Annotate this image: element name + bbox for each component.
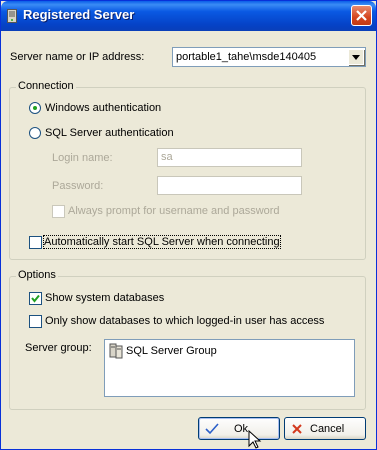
login-name-input[interactable]: sa [157,148,302,167]
login-name-label: Login name: [52,152,113,164]
password-label: Password: [52,180,104,192]
server-name-value: portable1_tahe\msde140405 [176,51,317,63]
server-group-label: Server group: [25,342,92,354]
show-system-databases-label[interactable]: Show system databases [45,292,164,304]
windows-auth-radio[interactable] [29,102,41,114]
always-prompt-label: Always prompt for username and password [68,205,280,217]
sql-auth-label[interactable]: SQL Server authentication [45,127,174,139]
radio-selected-dot [33,106,37,110]
only-show-databases-checkbox[interactable] [29,315,42,328]
show-system-databases-checkbox[interactable] [29,292,42,305]
server-group-icon [109,343,123,359]
sql-auth-radio[interactable] [29,127,41,139]
ok-button-label: Ok [234,423,249,435]
server-name-label: Server name or IP address: [10,51,145,63]
only-show-databases-label[interactable]: Only show databases to which logged-in u… [45,315,324,327]
server-group-item-label: SQL Server Group [126,345,217,357]
server-name-combobox[interactable]: portable1_tahe\msde140405 [172,47,366,67]
ok-button[interactable]: Ok [198,417,280,440]
checkmark-icon [205,423,219,435]
options-legend: Options [16,269,58,281]
login-name-value: sa [161,151,173,163]
connection-legend: Connection [16,80,76,92]
password-input[interactable] [157,176,302,195]
autostart-label[interactable]: Automatically start SQL Server when conn… [43,235,281,249]
dialog-window: Registered Server Server name or IP addr… [0,0,377,450]
window-title: Registered Server [23,7,135,22]
cancel-button-label: Cancel [310,423,345,435]
close-icon [356,10,367,21]
checkmark-icon [31,294,40,303]
x-icon [292,424,302,434]
autostart-checkbox[interactable] [29,236,42,249]
title-bar[interactable]: Registered Server [1,1,376,31]
cancel-button[interactable]: Cancel [284,417,366,440]
server-group-list[interactable]: SQL Server Group [104,339,355,397]
chevron-down-icon [352,55,360,60]
close-button[interactable] [351,5,372,26]
server-icon [7,9,17,23]
mouse-cursor-icon [248,430,262,449]
always-prompt-checkbox[interactable] [52,205,65,218]
combobox-dropdown-button[interactable] [348,49,364,65]
windows-auth-label[interactable]: Windows authentication [45,102,161,114]
